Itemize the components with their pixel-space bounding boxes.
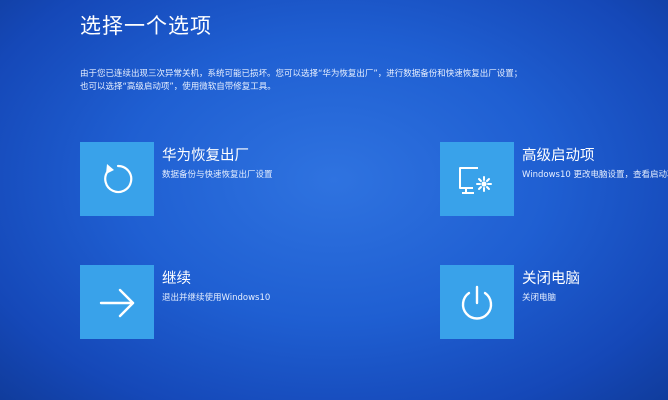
description-line-1: 由于您已连续出现三次异常关机，系统可能已损坏。您可以选择“华为恢复出厂”，进行数… <box>80 69 523 79</box>
continue-title: 继续 <box>162 271 191 287</box>
huawei-restore-option[interactable]: 华为恢复出厂 数据备份与快速恢复出厂设置 <box>80 142 320 220</box>
continue-subtitle: 退出并继续使用Windows10 <box>162 293 271 303</box>
power-icon <box>461 285 493 320</box>
arrow-right-icon <box>99 288 135 318</box>
description-line-2: 也可以选择“高级启动项”，使用微软自带修复工具。 <box>80 82 276 92</box>
advanced-startup-option[interactable]: 高级启动项 Windows10 更改电脑设置，查看启动项 <box>440 142 668 220</box>
continue-option[interactable]: 继续 退出并继续使用Windows10 <box>80 265 320 343</box>
advanced-startup-title: 高级启动项 <box>522 148 595 164</box>
huawei-restore-subtitle: 数据备份与快速恢复出厂设置 <box>162 170 273 180</box>
refresh-icon <box>104 164 133 194</box>
shutdown-option[interactable]: 关闭电脑 关闭电脑 <box>440 265 668 343</box>
huawei-restore-tile[interactable] <box>80 142 154 216</box>
monitor-settings-icon <box>459 167 492 194</box>
continue-tile[interactable] <box>80 265 154 339</box>
shutdown-title: 关闭电脑 <box>522 271 580 287</box>
advanced-startup-tile[interactable] <box>440 142 514 216</box>
page-description: 由于您已连续出现三次异常关机，系统可能已损坏。您可以选择“华为恢复出厂”，进行数… <box>80 68 600 94</box>
advanced-startup-subtitle: Windows10 更改电脑设置，查看启动项 <box>522 170 668 180</box>
huawei-restore-title: 华为恢复出厂 <box>162 148 249 164</box>
shutdown-subtitle: 关闭电脑 <box>522 293 557 303</box>
shutdown-tile[interactable] <box>440 265 514 339</box>
page-title: 选择一个选项 <box>80 14 212 38</box>
